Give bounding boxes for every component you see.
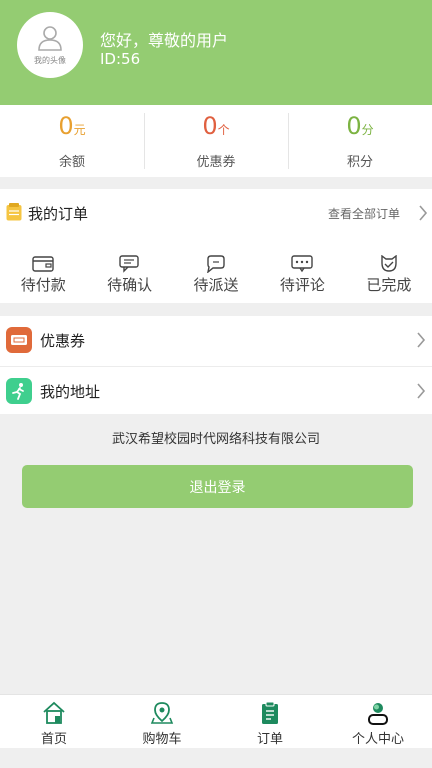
orders-title: 我的订单 xyxy=(28,205,89,223)
stat-unit: 元 xyxy=(73,122,86,137)
stat-value: 0分 xyxy=(346,113,373,143)
view-all-orders-link[interactable]: 查看全部订单 xyxy=(328,205,400,222)
chevron-right-icon xyxy=(417,383,426,399)
order-pending-delivery[interactable]: 待派送 xyxy=(173,255,259,295)
stat-coupons[interactable]: 0个 优惠券 xyxy=(144,105,288,177)
stat-number: 0 xyxy=(346,111,362,140)
location-icon xyxy=(150,702,174,724)
tab-label: 购物车 xyxy=(142,732,182,747)
bottom-tab-bar: 首页 购物车 订单 个人中心 xyxy=(0,694,432,748)
stat-value: 0个 xyxy=(202,113,229,143)
chevron-right-icon xyxy=(417,332,426,348)
clipboard-icon xyxy=(262,701,278,724)
avatar[interactable]: 我的头像 xyxy=(17,12,83,78)
tab-label: 订单 xyxy=(256,732,283,747)
order-label: 待评论 xyxy=(279,276,325,294)
tab-label: 个人中心 xyxy=(351,732,404,747)
user-id: ID:56 xyxy=(100,50,141,68)
order-completed[interactable]: 已完成 xyxy=(346,255,432,295)
stat-points[interactable]: 0分 积分 xyxy=(288,105,432,177)
coupons-label: 优惠券 xyxy=(40,332,86,350)
completed-icon xyxy=(381,255,397,272)
stat-label: 余额 xyxy=(58,154,85,170)
order-label: 待派送 xyxy=(193,276,239,294)
stat-label: 优惠券 xyxy=(196,154,236,170)
stat-balance[interactable]: 0元 余额 xyxy=(0,105,144,177)
stat-number: 0 xyxy=(58,111,74,140)
bottom-strip xyxy=(0,748,432,768)
stat-unit: 个 xyxy=(217,122,230,137)
chevron-right-icon xyxy=(419,205,428,221)
notepad-icon xyxy=(6,203,22,221)
chat-icon xyxy=(118,255,139,273)
order-pending-review[interactable]: 待评论 xyxy=(259,255,345,295)
stat-label: 积分 xyxy=(346,154,373,170)
home-icon xyxy=(43,701,65,724)
profile-header: 我的头像 您好，尊敬的用户 ID:56 xyxy=(0,0,432,105)
person-icon xyxy=(368,703,388,725)
coupon-icon xyxy=(6,327,32,353)
company-name: 武汉希望校园时代网络科技有限公司 xyxy=(111,432,320,447)
tab-orders[interactable]: 订单 xyxy=(216,695,324,748)
stat-value: 0元 xyxy=(58,113,85,143)
address-menu-item[interactable]: 我的地址 xyxy=(0,366,432,414)
order-label: 待付款 xyxy=(20,276,66,294)
delivery-icon xyxy=(207,255,225,273)
user-icon xyxy=(38,25,62,51)
order-pending-confirm[interactable]: 待确认 xyxy=(86,255,172,295)
order-status-row: 待付款 待确认 待派送 待评论 已完成 xyxy=(0,255,432,295)
my-orders-section: 我的订单 查看全部订单 待付款 待确认 待派送 待评论 已完成 xyxy=(0,189,432,303)
order-label: 已完成 xyxy=(366,276,412,294)
tab-profile[interactable]: 个人中心 xyxy=(324,695,432,748)
order-label: 待确认 xyxy=(107,276,153,294)
stat-unit: 分 xyxy=(361,122,374,137)
address-label: 我的地址 xyxy=(40,383,101,401)
comment-icon xyxy=(291,255,314,273)
stat-number: 0 xyxy=(202,111,218,140)
wallet-icon xyxy=(32,256,54,272)
account-stats: 0元 余额 0个 优惠券 0分 积分 xyxy=(0,105,432,177)
tab-home[interactable]: 首页 xyxy=(0,695,108,748)
orders-header[interactable]: 我的订单 查看全部订单 xyxy=(0,189,432,235)
menu-list: 优惠券 我的地址 xyxy=(0,316,432,414)
coupons-menu-item[interactable]: 优惠券 xyxy=(0,316,432,364)
tab-cart[interactable]: 购物车 xyxy=(108,695,216,748)
logout-button[interactable]: 退出登录 xyxy=(22,465,413,508)
runner-icon xyxy=(6,378,32,404)
greeting-text: 您好，尊敬的用户 xyxy=(100,31,229,50)
order-pending-payment[interactable]: 待付款 xyxy=(0,255,86,295)
avatar-label: 我的头像 xyxy=(34,55,66,65)
tab-label: 首页 xyxy=(40,732,67,747)
